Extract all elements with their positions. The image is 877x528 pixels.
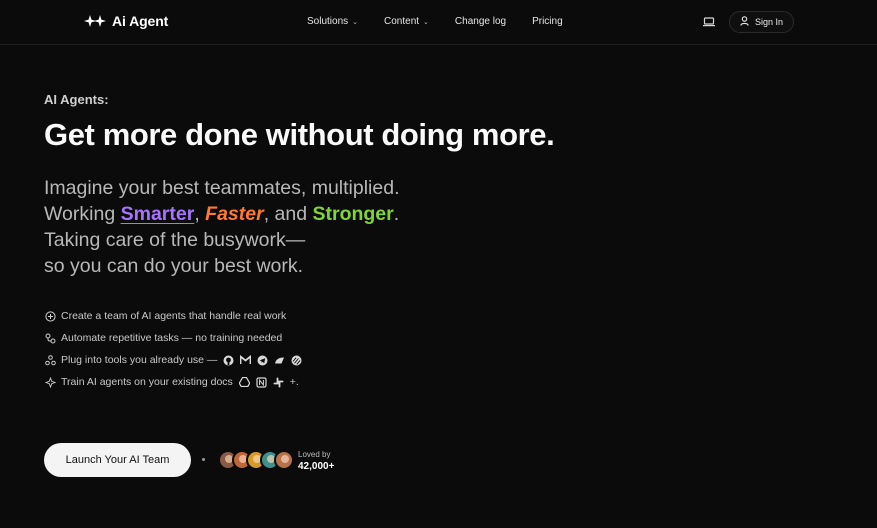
feature-text: Create a team of AI agents that handle r… [61, 310, 287, 322]
hero-eyebrow: AI Agents: [44, 92, 109, 107]
launch-ai-team-button[interactable]: Launch Your AI Team [44, 443, 191, 477]
sign-in-label: Sign In [754, 17, 783, 27]
logo-text: Ai Agent [112, 13, 169, 29]
loved-by-count: 42,000+ [298, 461, 335, 472]
avatar [274, 450, 294, 470]
subtitle-line-3: Taking care of the busywork— [44, 229, 306, 251]
laptop-icon[interactable] [702, 17, 715, 27]
menu-item-label: Change log [454, 16, 507, 27]
plus-circle-icon [44, 310, 56, 322]
menu-item-solutions[interactable]: Solutions ⌄ [307, 16, 358, 27]
social-proof: Loved by 42,000+ [298, 449, 334, 472]
telegram-icon [257, 355, 268, 366]
sparkle-logo-icon [84, 14, 106, 28]
linear-icon [291, 355, 302, 366]
more-tools-suffix: +. [289, 376, 299, 388]
gmail-icon [240, 355, 252, 366]
main-menu: Solutions ⌄ Content ⌄ Change log Pricing [307, 16, 589, 27]
sign-in-button[interactable]: Sign In [728, 11, 794, 33]
faster-word: Faster [205, 203, 264, 225]
menu-item-label: Solutions [307, 16, 349, 27]
menu-item-label: Pricing [532, 16, 563, 27]
and-text: , and [263, 203, 313, 225]
feature-text: Automate repetitive tasks — no training … [61, 332, 283, 344]
subtitle-line-2: Working Smarter, Faster, and Stronger. [44, 201, 400, 227]
workflow-icon [44, 332, 56, 344]
period: . [393, 203, 400, 225]
avatar-stack [218, 450, 294, 470]
subtitle-line-4: so you can do your best work. [44, 255, 304, 277]
menu-item-pricing[interactable]: Pricing [532, 16, 563, 27]
loved-by-label: Loved by [298, 450, 331, 459]
subtitle-line-1: Imagine your best teammates, multiplied. [44, 177, 400, 199]
stronger-word: Stronger [312, 203, 394, 225]
smarter-word: Smarter [120, 203, 195, 225]
feature-item: Plug into tools you already use — [44, 349, 302, 371]
chevron-down-icon: ⌄ [352, 18, 359, 26]
separator-dot [202, 458, 205, 461]
feature-list: Create a team of AI agents that handle r… [44, 305, 302, 393]
user-icon [740, 16, 749, 28]
slack-icon [273, 377, 284, 388]
integrations-icon [44, 354, 56, 366]
hero-subtitle: Imagine your best teammates, multiplied.… [44, 175, 400, 279]
feature-item: Create a team of AI agents that handle r… [44, 305, 302, 327]
feature-item: Train AI agents on your existing docs +. [44, 371, 302, 393]
feature-item: Automate repetitive tasks — no training … [44, 327, 302, 349]
hero-headline: Get more done without doing more. [44, 117, 555, 152]
sparkle-icon [44, 376, 56, 388]
logo[interactable]: Ai Agent [84, 13, 168, 29]
subtitle-prefix: Working [44, 203, 121, 225]
notion-icon [256, 376, 267, 388]
menu-item-change-log[interactable]: Change log [455, 16, 506, 27]
feature-text: Train AI agents on your existing docs [61, 376, 233, 388]
menu-item-label: Content [384, 16, 420, 27]
menu-item-content[interactable]: Content ⌄ [384, 16, 429, 27]
comma: , [194, 203, 206, 225]
github-icon [223, 355, 234, 366]
zapier-icon [274, 355, 285, 366]
nav-actions: Sign In [702, 11, 794, 33]
chevron-down-icon: ⌄ [423, 18, 429, 26]
feature-text: Plug into tools you already use — [61, 354, 218, 366]
google-drive-icon [238, 377, 250, 388]
top-nav: Ai Agent Solutions ⌄ Content ⌄ Change lo… [0, 0, 877, 45]
